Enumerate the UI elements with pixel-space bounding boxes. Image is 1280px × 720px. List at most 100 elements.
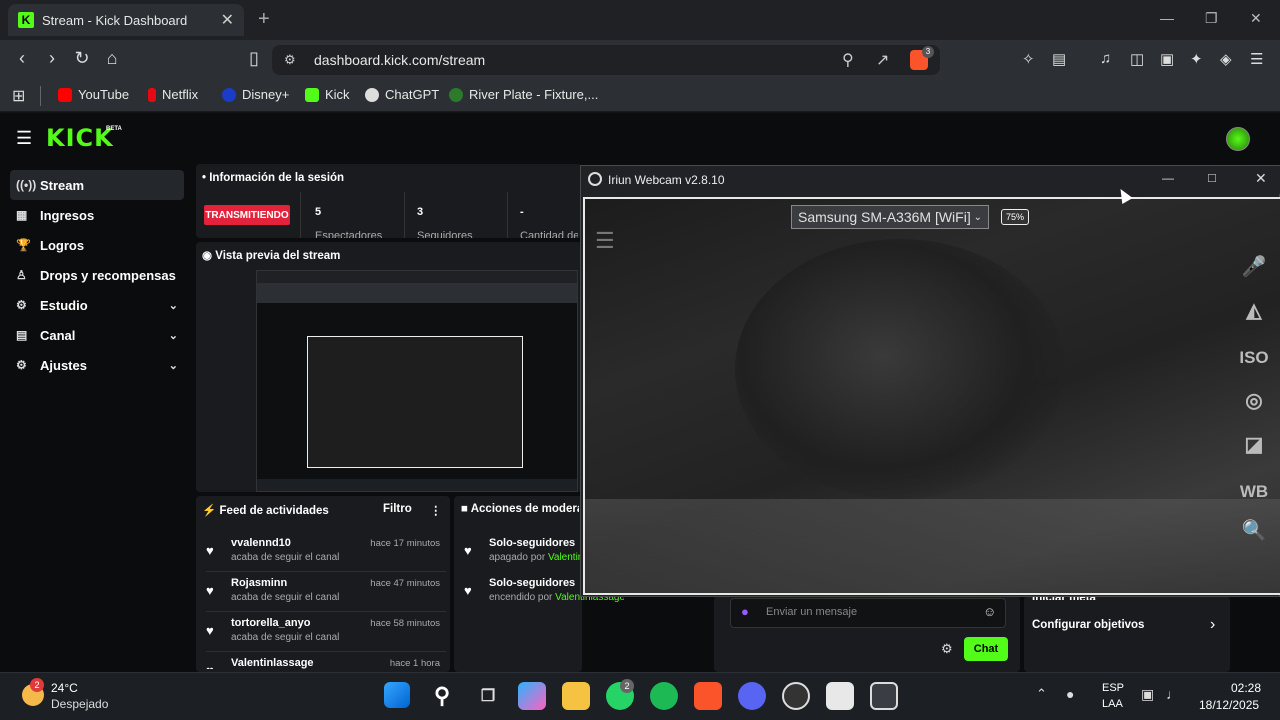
browser-tab[interactable]: K Stream - Kick Dashboard ✕ [8, 4, 244, 36]
lang-layout[interactable]: LAA [1102, 698, 1123, 710]
maximize-icon[interactable]: □ [1208, 170, 1216, 185]
wallet-icon[interactable]: ▣ [1160, 50, 1174, 68]
sidebar-item-canal[interactable]: ▤ Canal ⌄ [10, 320, 184, 350]
bookmark-disney[interactable]: Disney+ [222, 87, 289, 102]
preview-title-text: Vista previa del stream [215, 250, 341, 262]
task-view-icon[interactable]: ❐ [474, 682, 502, 710]
preview-webcam-window [307, 336, 523, 468]
zoom-search-icon[interactable]: 🔍 [1236, 518, 1272, 543]
new-tab-button[interactable]: + [258, 8, 270, 31]
minimize-icon[interactable]: — [1160, 10, 1174, 26]
followers-label: Seguidores [417, 230, 473, 238]
chevron-down-icon: ⌄ [168, 329, 178, 342]
sidebar-toggle-icon[interactable]: ◫ [1130, 50, 1144, 68]
bookmark-chatgpt[interactable]: ChatGPT [365, 87, 439, 102]
stream-preview-video[interactable] [256, 270, 578, 492]
kick-logo[interactable]: KICK [46, 124, 114, 152]
apps-grid-icon[interactable]: ⊞ [12, 86, 25, 106]
feed-user: Rojasminn [231, 577, 288, 589]
aperture-icon[interactable]: ◎ [1236, 388, 1272, 413]
bookmark-youtube[interactable]: YouTube [58, 87, 129, 102]
sidebar-label: Stream [40, 177, 85, 193]
white-balance-button[interactable]: WB [1236, 482, 1272, 502]
device-select[interactable]: Samsung SM-A336M [WiFi] ⌄ [791, 205, 989, 229]
close-icon[interactable]: ✕ [1255, 170, 1267, 187]
chat-send-button[interactable]: Chat [964, 637, 1008, 661]
back-icon[interactable]: ‹ [10, 48, 34, 69]
music-icon[interactable]: ♫ [1100, 50, 1111, 67]
sidebar-item-logros[interactable]: 🏆 Logros [10, 230, 184, 260]
sidebar-item-ingresos[interactable]: ▦ Ingresos [10, 200, 184, 230]
feed-filter-button[interactable]: Filtro [383, 503, 412, 515]
home-icon[interactable]: ⌂ [100, 48, 124, 69]
file-explorer-icon[interactable] [562, 682, 590, 710]
copilot-icon[interactable] [518, 682, 546, 710]
obs-icon[interactable] [782, 682, 810, 710]
avatar[interactable] [1226, 127, 1250, 151]
amount-label: Cantidad de [520, 230, 578, 238]
reader-icon[interactable]: ▤ [1052, 50, 1066, 68]
exposure-icon[interactable]: ◪ [1236, 432, 1272, 457]
search-icon[interactable]: ⚲ [428, 682, 456, 710]
mod-desc: apagado por Valentin [489, 552, 582, 563]
divider [206, 571, 446, 572]
sidebar-label: Canal [40, 327, 76, 343]
menu-icon[interactable]: ☰ [1250, 50, 1263, 68]
volume-icon[interactable]: ♩ [1166, 686, 1180, 702]
share-icon[interactable]: ↗ [876, 50, 889, 70]
divider [206, 611, 446, 612]
feed-time: hace 17 minutos [370, 538, 440, 549]
discord-icon[interactable] [738, 682, 766, 710]
brave-icon[interactable] [694, 682, 722, 710]
reload-icon[interactable]: ↻ [70, 48, 94, 69]
preview-title: ◉ Vista previa del stream [202, 248, 340, 262]
close-window-icon[interactable]: ✕ [1250, 10, 1262, 27]
feed-time: hace 47 minutos [370, 578, 440, 589]
clock-date[interactable]: 18/12/2025 [1199, 698, 1259, 712]
forward-icon[interactable]: › [40, 48, 64, 69]
sidebar-item-ajustes[interactable]: ⚙ Ajustes ⌄ [10, 350, 184, 380]
emoji-icon[interactable]: ☺ [983, 604, 996, 619]
weather-temp: 24°C [51, 681, 78, 695]
flip-icon[interactable]: ◭ [1236, 298, 1272, 323]
bookmark-icon[interactable]: ▯ [242, 48, 266, 69]
clock-time[interactable]: 02:28 [1231, 681, 1261, 695]
bookmark-netflix[interactable]: Netflix [148, 87, 198, 102]
chat-placeholder[interactable]: Enviar un mensaje [766, 606, 857, 618]
zoom-icon[interactable]: ⚲ [842, 50, 854, 70]
sidebar-item-estudio[interactable]: ⚙ Estudio ⌄ [10, 290, 184, 320]
lang-code[interactable]: ESP [1102, 682, 1124, 694]
sidebar-item-stream[interactable]: ((•)) Stream [10, 170, 184, 200]
microphone-tray-icon[interactable]: ● [1066, 686, 1074, 702]
vpn-icon[interactable]: ◈ [1220, 50, 1232, 68]
store-icon[interactable] [826, 682, 854, 710]
hamburger-icon[interactable]: ☰ [16, 128, 32, 149]
gear-icon[interactable]: ⚙ [941, 641, 953, 657]
session-title-text: Información de la sesión [209, 172, 345, 184]
extensions-icon[interactable]: ✧ [1022, 50, 1035, 68]
windows-start-icon[interactable] [384, 682, 410, 708]
site-info-icon[interactable]: ⚙ [284, 52, 296, 68]
more-options-icon[interactable]: ⋮ [430, 503, 442, 517]
bookmark-kick[interactable]: Kick [305, 87, 350, 102]
restore-icon[interactable]: ❐ [1205, 10, 1218, 27]
url-text[interactable]: dashboard.kick.com/stream [314, 52, 485, 68]
spotify-icon[interactable] [650, 682, 678, 710]
iriun-taskbar-icon[interactable] [870, 682, 898, 710]
iso-button[interactable]: ISO [1236, 348, 1272, 368]
menu-icon[interactable]: ☰ [595, 228, 615, 254]
sidebar-item-drops[interactable]: ♙ Drops y recompensas [10, 260, 184, 290]
bookmark-river[interactable]: River Plate - Fixture,... [449, 87, 598, 102]
heart-icon: ♥ [464, 583, 472, 598]
tray-chevron-icon[interactable]: ⌃ [1036, 686, 1047, 702]
chevron-right-icon[interactable]: › [1210, 616, 1215, 634]
leo-ai-icon[interactable]: ✦ [1190, 50, 1203, 68]
tab-close-icon[interactable]: ✕ [221, 10, 234, 30]
network-icon[interactable]: ▣ [1141, 686, 1154, 703]
mod-action: Solo-seguidores [489, 577, 576, 589]
chart-icon: ▦ [16, 208, 28, 222]
amount-value: - [520, 206, 524, 218]
configure-goals-link[interactable]: Configurar objetivos [1032, 619, 1144, 631]
minimize-icon[interactable]: — [1162, 171, 1174, 185]
microphone-icon[interactable]: 🎤 [1236, 254, 1272, 279]
